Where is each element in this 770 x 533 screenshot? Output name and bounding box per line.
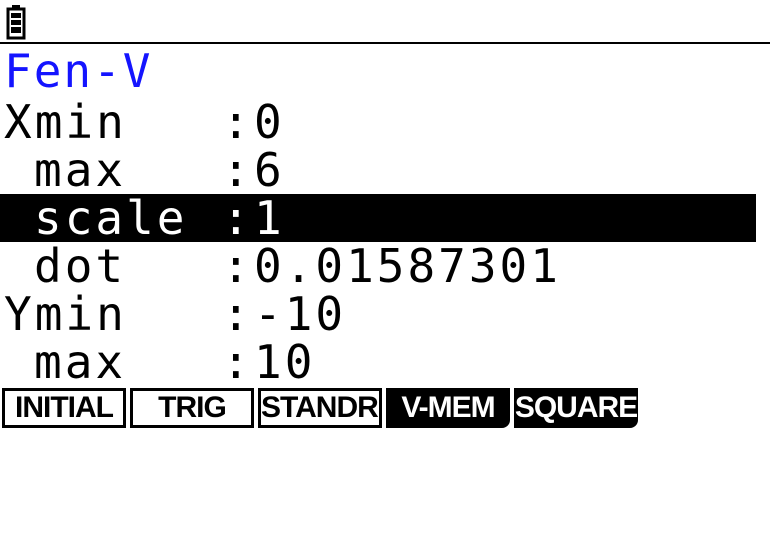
- row-value: -10: [254, 287, 347, 341]
- row-xdot[interactable]: dot : 0.01587301: [0, 242, 756, 290]
- battery-icon: [6, 5, 26, 40]
- row-label: scale: [34, 191, 188, 245]
- row-colon: :: [222, 239, 250, 293]
- row-xscale[interactable]: scale : 1: [0, 194, 756, 242]
- row-value: 10: [254, 335, 316, 389]
- row-ymax[interactable]: max : 10: [0, 338, 756, 386]
- f2-trig-button[interactable]: TRIG: [130, 388, 254, 428]
- row-label: Ymin: [4, 287, 127, 341]
- f1-initial-button[interactable]: INITIAL: [2, 388, 126, 428]
- function-key-bar: INITIAL TRIG STANDRD V-MEM SQUARE: [0, 386, 770, 434]
- row-value: 6: [254, 143, 285, 197]
- row-xmin[interactable]: Xmin : 0: [0, 98, 756, 146]
- row-label: max: [34, 143, 127, 197]
- row-colon: :: [222, 143, 250, 197]
- f3-standrd-button[interactable]: STANDRD: [258, 388, 382, 428]
- screen-title: Fen-V: [4, 44, 153, 98]
- status-bar: [0, 0, 770, 44]
- row-label: max: [34, 335, 127, 389]
- row-colon: :: [222, 287, 250, 341]
- row-colon: :: [222, 95, 250, 149]
- f5-square-button[interactable]: SQUARE: [514, 388, 638, 428]
- f4-v-mem-button[interactable]: V-MEM: [386, 388, 510, 428]
- row-colon: :: [222, 191, 250, 245]
- row-label: dot: [34, 239, 127, 293]
- row-ymin[interactable]: Ymin : -10: [0, 290, 756, 338]
- row-value: 1: [254, 191, 285, 245]
- row-value: 0: [254, 95, 285, 149]
- row-value: 0.01587301: [254, 239, 561, 293]
- row-xmax[interactable]: max : 6: [0, 146, 756, 194]
- row-label: Xmin: [4, 95, 127, 149]
- row-colon: :: [222, 335, 250, 389]
